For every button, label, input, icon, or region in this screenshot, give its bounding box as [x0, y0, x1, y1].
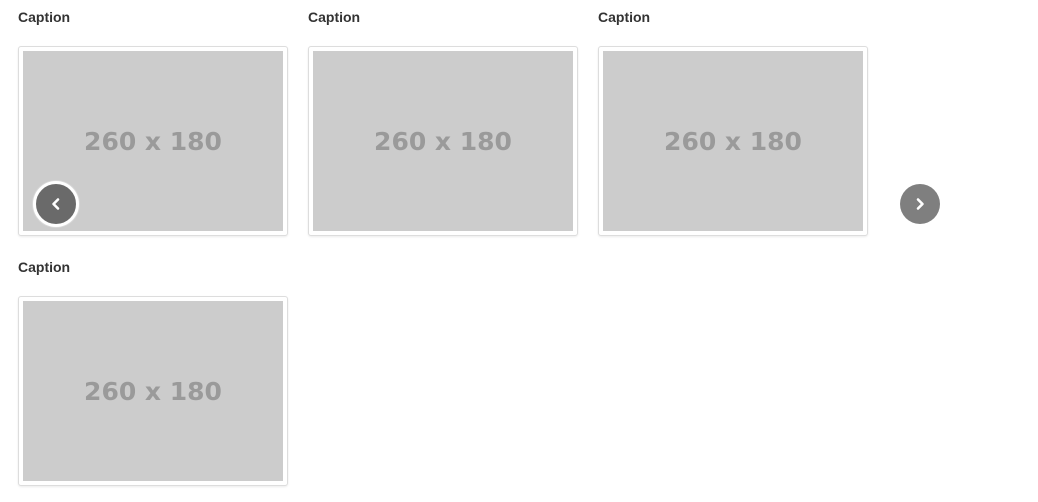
item-caption: Caption [598, 9, 651, 25]
item-caption: Caption [308, 9, 361, 25]
item-caption: Caption [18, 259, 71, 275]
chevron-right-icon [916, 198, 924, 210]
carousel-item[interactable]: Caption 260 x 180 [598, 8, 868, 236]
carousel-item[interactable]: Caption 260 x 180 [18, 258, 288, 486]
image-placeholder: 260 x 180 [603, 51, 863, 231]
image-placeholder: 260 x 180 [313, 51, 573, 231]
item-caption: Caption [18, 9, 71, 25]
thumbnail[interactable]: 260 x 180 [598, 46, 868, 236]
thumbnail[interactable]: 260 x 180 [308, 46, 578, 236]
carousel: Caption 260 x 180 Caption 260 x 180 Capt… [0, 0, 1038, 502]
carousel-item[interactable]: Caption 260 x 180 [308, 8, 578, 236]
thumbnail[interactable]: 260 x 180 [18, 296, 288, 486]
carousel-prev-button[interactable] [33, 181, 79, 227]
chevron-left-icon [52, 198, 60, 210]
carousel-next-button[interactable] [900, 184, 940, 224]
image-placeholder: 260 x 180 [23, 301, 283, 481]
